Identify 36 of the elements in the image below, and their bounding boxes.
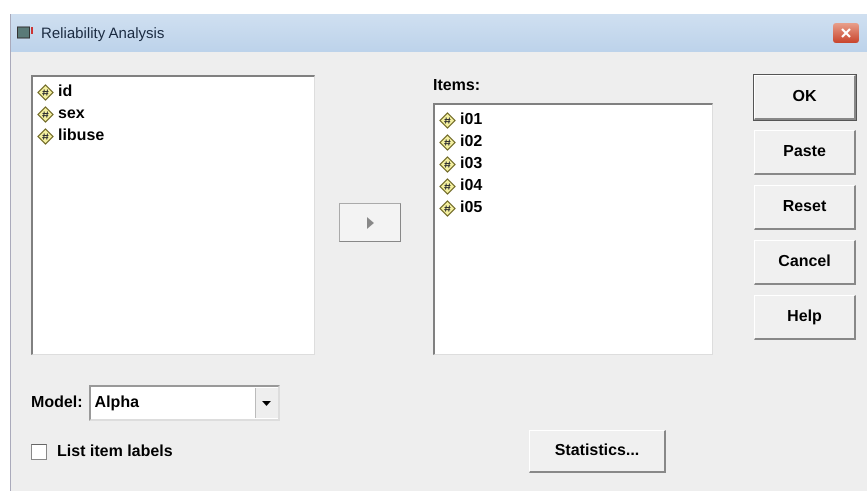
right-arrow-icon [366, 216, 374, 228]
close-icon [841, 28, 851, 38]
model-label: Model: [31, 393, 83, 413]
checkbox[interactable] [31, 444, 47, 460]
dialog-button[interactable]: Paste [754, 130, 856, 175]
variable-item[interactable]: sex [56, 105, 87, 123]
dialog-button[interactable]: Help [754, 295, 856, 340]
source-variable-list[interactable]: id sex libuse [31, 75, 315, 355]
scale-variable-icon [37, 84, 54, 100]
scale-variable-icon [37, 128, 54, 144]
variable-item[interactable]: id [56, 83, 74, 101]
dropdown-arrow-icon [262, 400, 272, 406]
move-button[interactable] [339, 203, 401, 242]
variable-item[interactable]: i02 [458, 133, 484, 151]
dialog-button[interactable]: Reset [754, 185, 856, 230]
scale-variable-icon [439, 178, 456, 194]
app-window-icon [17, 26, 35, 40]
model-dropdown[interactable]: Alpha [88, 385, 280, 421]
items-label: Items: [433, 76, 482, 96]
variable-item[interactable]: i01 [458, 111, 484, 129]
close-button[interactable] [833, 23, 859, 43]
variable-item[interactable]: i04 [458, 177, 484, 195]
checkbox-label[interactable]: List item labels [57, 440, 173, 462]
scale-variable-icon [439, 112, 456, 128]
variable-item[interactable]: i05 [458, 199, 484, 217]
statistics-button[interactable]: Statistics... [529, 430, 666, 473]
scale-variable-icon [439, 134, 456, 150]
scale-variable-icon [439, 200, 456, 216]
variable-item[interactable]: libuse [56, 127, 106, 145]
scale-variable-icon [37, 106, 54, 122]
dialog-button[interactable]: OK [754, 75, 856, 120]
variable-item[interactable]: i03 [458, 155, 484, 173]
window-title: Reliability Analysis [41, 24, 166, 42]
scale-variable-icon [439, 156, 456, 172]
items-list[interactable]: i01 i02 i03 i04 i05 [433, 103, 713, 355]
dialog-button[interactable]: Cancel [754, 240, 856, 285]
